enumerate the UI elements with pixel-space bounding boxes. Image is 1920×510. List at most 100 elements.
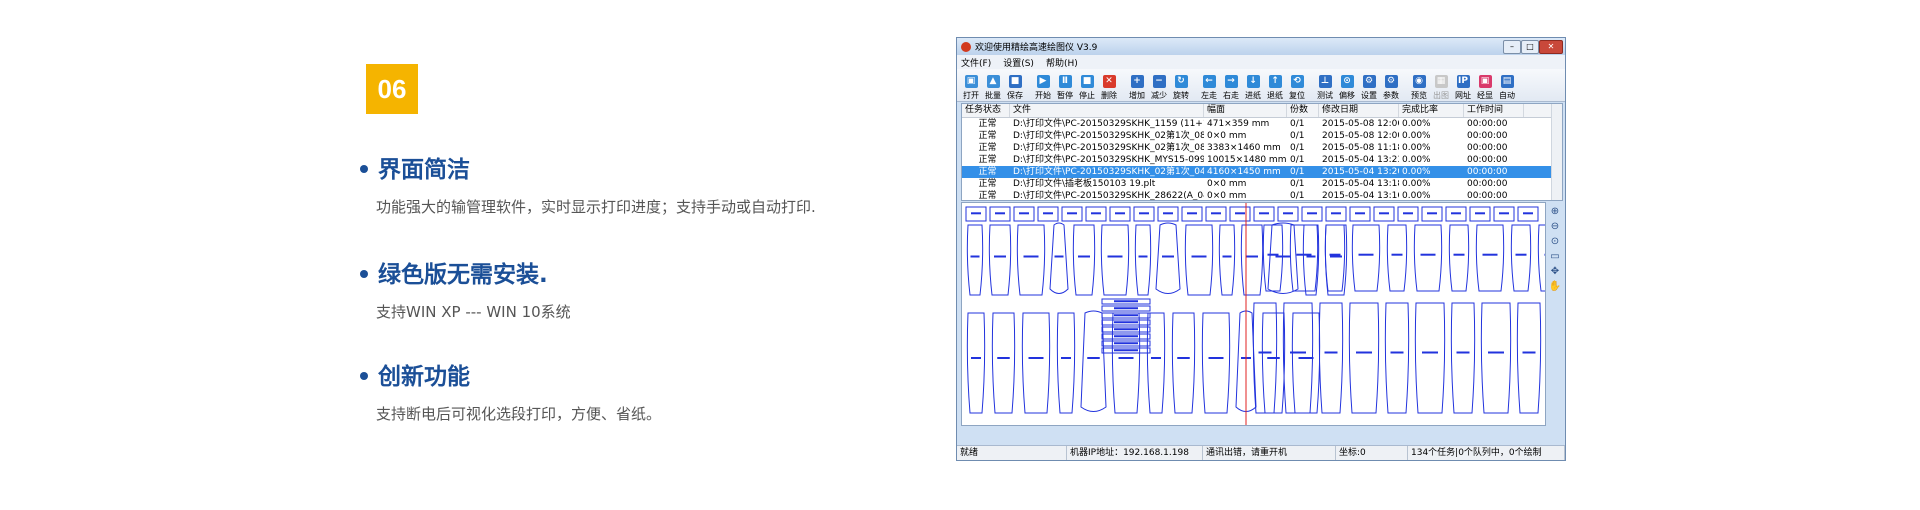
display-icon: ▣	[1478, 75, 1492, 88]
toolbar-button-arrow-up[interactable]: ↑ 退纸	[1264, 71, 1286, 101]
save-icon: ■	[1008, 75, 1022, 88]
arrow-left-icon: ←	[1202, 75, 1216, 88]
pattern-piece	[1021, 312, 1051, 414]
menu-bar: 文件(F) 设置(S) 帮助(H)	[957, 55, 1565, 69]
toolbar-button-settings[interactable]: ⚙ 设置	[1358, 71, 1380, 101]
toolbar-button-arrow-left[interactable]: ← 左走	[1198, 71, 1220, 101]
toolbar-button-stop[interactable]: ■ 停止	[1076, 71, 1098, 101]
table-row[interactable]: 正常 D:\打印文件\插老板150103 19.plt 0×0 mm 0/1 2015-…	[962, 178, 1562, 190]
pattern-piece	[1384, 302, 1410, 414]
toolbar-button-save[interactable]: ■ 保存	[1004, 71, 1026, 101]
table-cell: 0.00%	[1402, 179, 1431, 189]
toolbar-button-play[interactable]: ▶ 开始	[1032, 71, 1054, 101]
table-cell: 0×0 mm	[1207, 131, 1247, 141]
pattern-piece	[1184, 224, 1214, 296]
table-cell: 0×0 mm	[1207, 179, 1247, 189]
minimize-button[interactable]: –	[1503, 40, 1521, 54]
pattern-piece	[1291, 312, 1321, 414]
table-row[interactable]: 正常 D:\打印文件\PC-20150329SKHK_28622(A_041313…	[962, 190, 1562, 201]
toolbar-button-pause[interactable]: Ⅱ 暂停	[1054, 71, 1076, 101]
table-cell: 2015-05-08 12:00	[1322, 131, 1399, 141]
zoom-out-icon[interactable]: ⊖	[1548, 219, 1562, 234]
col-status[interactable]: 任务状态	[962, 104, 1010, 117]
toolbar-button-ip[interactable]: IP 网址	[1452, 71, 1474, 101]
zoom-window-icon[interactable]: ▭	[1548, 249, 1562, 264]
toolbar-label: 网址	[1455, 91, 1471, 100]
pattern-piece	[1348, 302, 1380, 414]
menu-settings[interactable]: 设置(S)	[1003, 56, 1034, 69]
toolbar-label: 右走	[1223, 91, 1239, 100]
toolbar-button-display[interactable]: ▣ 经显	[1474, 71, 1496, 101]
col-size[interactable]: 幅面	[1204, 104, 1287, 117]
toolbar-button-plus[interactable]: + 增加	[1126, 71, 1148, 101]
col-copies[interactable]: 份数	[1287, 104, 1319, 117]
title-bar[interactable]: 欢迎使用精绘高速绘图仪 V3.9 – □ ✕	[957, 38, 1565, 55]
table-row[interactable]: 正常 D:\打印文件\PC-20150329SKHK_02第1次_0811185.…	[962, 142, 1562, 154]
menu-help[interactable]: 帮助(H)	[1046, 56, 1078, 69]
table-row[interactable]: 正常 D:\打印文件\PC-20150329SKHK_02第1次_0812002.…	[962, 130, 1562, 142]
col-modified[interactable]: 修改日期	[1319, 104, 1399, 117]
table-cell: 0.00%	[1402, 191, 1431, 201]
table-row[interactable]: 正常 D:\打印文件\PC-20150329SKHK_MYS15-0998_041…	[962, 154, 1562, 166]
table-cell: 0/1	[1290, 179, 1305, 189]
toolbar-label: 退纸	[1267, 91, 1283, 100]
col-file[interactable]: 文件	[1010, 104, 1204, 117]
toolbar-button-minus[interactable]: − 减少	[1148, 71, 1170, 101]
table-cell: 10015×1480 mm	[1207, 155, 1287, 165]
pattern-piece	[966, 224, 984, 296]
toolbar-label: 偏移	[1339, 91, 1355, 100]
auto-icon: ▤	[1500, 75, 1514, 88]
pattern-piece	[966, 312, 986, 414]
pattern-preview-canvas[interactable]	[961, 202, 1567, 426]
toolbar-button-arrow-down[interactable]: ↓ 进纸	[1242, 71, 1264, 101]
toolbar-button-test[interactable]: ⊥ 测试	[1314, 71, 1336, 101]
maximize-button[interactable]: □	[1521, 40, 1539, 54]
table-cell: 00:00:00	[1467, 167, 1508, 177]
pattern-piece	[1324, 224, 1348, 296]
toolbar-button-delete[interactable]: ✕ 删除	[1098, 71, 1120, 101]
close-button[interactable]: ✕	[1539, 40, 1563, 54]
pattern-piece	[1155, 222, 1181, 294]
table-cell: 471×359 mm	[1207, 119, 1270, 129]
pattern-piece	[1386, 224, 1408, 292]
toolbar-button-params[interactable]: ⚙ 参数	[1380, 71, 1402, 101]
feature-innovation: 创新功能 支持断电后可视化选段打印，方便、省纸。	[360, 357, 661, 424]
toolbar-button-folder[interactable]: ▣ 打开	[960, 71, 982, 101]
pattern-piece	[1111, 312, 1141, 414]
toolbar-button-preview[interactable]: ◉ 预览	[1408, 71, 1430, 101]
pattern-piece	[1414, 302, 1446, 414]
feature-simple-ui: 界面简洁 功能强大的输管理软件，实时显示打印进度；支持手动或自动打印.	[360, 150, 816, 217]
table-cell: 0/1	[1290, 155, 1305, 165]
center-icon[interactable]: ✥	[1548, 264, 1562, 279]
toolbar-button-output[interactable]: ▦ 出图	[1430, 71, 1452, 101]
table-row[interactable]: 正常 D:\打印文件\PC-20150329SKHK_1159 (11+13+15…	[962, 118, 1562, 130]
folder-icon: ▣	[964, 75, 978, 88]
menu-file[interactable]: 文件(F)	[961, 56, 991, 69]
pattern-drawing	[965, 203, 1567, 425]
toolbar-button-reset[interactable]: ⟲ 复位	[1286, 71, 1308, 101]
table-cell: 0/1	[1290, 191, 1305, 201]
rotate-icon: ↻	[1174, 75, 1188, 88]
pan-hand-icon[interactable]: ✋	[1548, 279, 1562, 294]
table-row[interactable]: 正常 D:\打印文件\PC-20150329SKHK_02第1次_0413201.…	[962, 166, 1562, 178]
table-scrollbar[interactable]	[1551, 104, 1562, 200]
toolbar-button-batch[interactable]: ▲ 批量	[982, 71, 1004, 101]
zoom-in-icon[interactable]: ⊕	[1548, 204, 1562, 219]
toolbar-button-auto[interactable]: ▤ 自动	[1496, 71, 1518, 101]
arrow-right-icon: →	[1224, 75, 1238, 88]
ip-icon: IP	[1456, 75, 1470, 88]
table-cell: 0/1	[1290, 143, 1305, 153]
toolbar-button-rotate[interactable]: ↻ 旋转	[1170, 71, 1192, 101]
toolbar-label: 测试	[1317, 91, 1333, 100]
arrow-down-icon: ↓	[1246, 75, 1260, 88]
table-cell: D:\打印文件\PC-20150329SKHK_02第1次_0811185...	[1013, 143, 1204, 153]
table-cell: 00:00:00	[1467, 119, 1508, 129]
table-cell: 4160×1450 mm	[1207, 167, 1281, 177]
col-worktime[interactable]: 工作时间	[1464, 104, 1524, 117]
zoom-fit-icon[interactable]: ⊙	[1548, 234, 1562, 249]
toolbar-button-offset[interactable]: ⊙ 偏移	[1336, 71, 1358, 101]
pattern-piece	[1049, 222, 1069, 294]
col-progress[interactable]: 完成比率	[1399, 104, 1464, 117]
toolbar-label: 删除	[1101, 91, 1117, 100]
toolbar-button-arrow-right[interactable]: → 右走	[1220, 71, 1242, 101]
